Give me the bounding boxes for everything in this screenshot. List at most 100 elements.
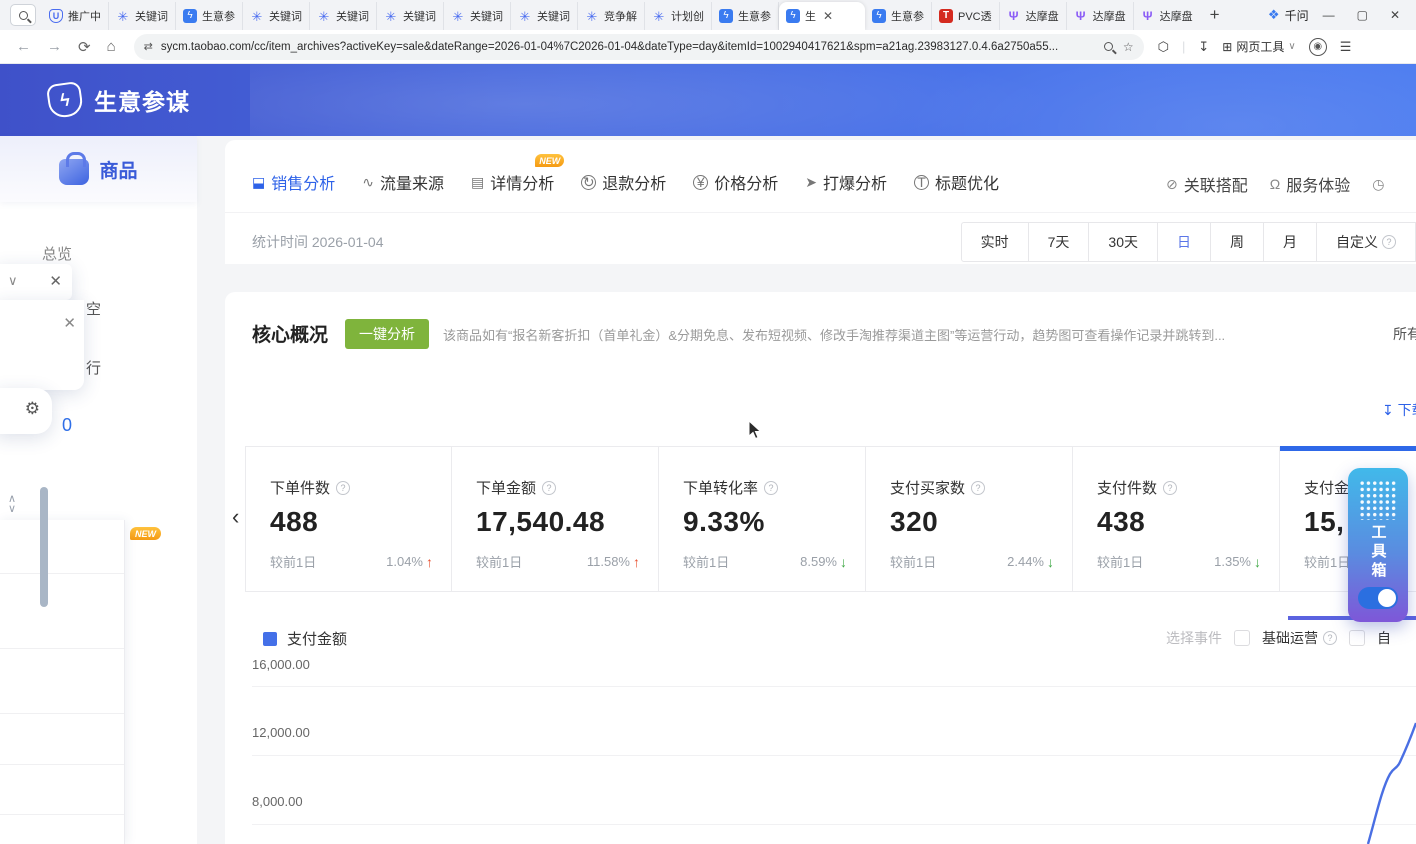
overview-right-fragment[interactable]: 所有	[1393, 324, 1416, 344]
basic-ops-label: 基础运营?	[1262, 628, 1337, 648]
profile-avatar[interactable]: ◉	[1309, 38, 1327, 56]
download-link[interactable]: ↧ 下载	[1382, 400, 1416, 420]
browser-tab[interactable]: ✳关键词	[243, 2, 310, 30]
toolbox-widget[interactable]: 工具箱	[1348, 468, 1408, 622]
browser-tab[interactable]: TPVC透	[932, 2, 1000, 30]
metric-card-order-amount[interactable]: 下单金额? 17,540.48 较前1日11.58%↑	[452, 446, 659, 592]
browser-tab[interactable]: ✳关键词	[511, 2, 578, 30]
metric-card-pay-items[interactable]: 支付件数? 438 较前1日1.35%↓	[1073, 446, 1280, 592]
list-item[interactable]	[0, 765, 124, 815]
close-icon[interactable]: ✕	[49, 272, 62, 290]
new-tab-button[interactable]: +	[1210, 5, 1220, 25]
browser-tab[interactable]: ϟ生意参	[865, 2, 932, 30]
browser-tab[interactable]: ✳竞争解	[578, 2, 645, 30]
list-item[interactable]	[0, 520, 124, 574]
sidebar-item-monitor-fragment[interactable]: 空	[86, 298, 101, 319]
browser-tab[interactable]: ✳关键词	[444, 2, 511, 30]
browser-tab[interactable]: ϟ生意参	[712, 2, 779, 30]
tab-traffic-source[interactable]: ∿流量来源	[362, 170, 444, 194]
browser-tab[interactable]: ϟ生意参	[176, 2, 243, 30]
keyword-icon: ✳	[451, 9, 465, 23]
collapse-chevron-icon[interactable]: ∨	[8, 273, 18, 289]
assistant-button[interactable]: ❖ 千问	[1268, 7, 1309, 24]
toolbox-dots-icon	[1359, 480, 1397, 520]
tab-search-button[interactable]	[10, 4, 36, 26]
browser-tab-active[interactable]: ϟ生✕	[779, 2, 865, 30]
tab-detail-analysis[interactable]: ▤详情分析NEW	[471, 170, 554, 194]
range-month[interactable]: 月	[1264, 222, 1317, 262]
sidebar-item-rank-fragment[interactable]: 行	[86, 357, 101, 378]
browser-tab[interactable]: Ψ达摩盘	[1067, 2, 1134, 30]
extensions-icon[interactable]: ⬡	[1158, 39, 1169, 55]
home-button[interactable]: ⌂	[107, 38, 116, 55]
sycm-icon: ϟ	[719, 9, 733, 23]
window-maximize-button[interactable]: ▢	[1357, 8, 1368, 22]
keyword-icon: ✳	[317, 9, 331, 23]
keyword-icon: ✳	[652, 9, 666, 23]
event-checkbox[interactable]	[1234, 630, 1250, 646]
keyword-icon: ✳	[585, 9, 599, 23]
browser-tab[interactable]: ✳关键词	[310, 2, 377, 30]
browser-tab[interactable]: ✳关键词	[377, 2, 444, 30]
product-bag-icon	[59, 159, 89, 185]
sidebar-item-overview[interactable]: 总览	[42, 243, 72, 264]
browser-tab[interactable]: ✳计划创	[645, 2, 712, 30]
range-week[interactable]: 周	[1211, 222, 1264, 262]
list-item[interactable]	[0, 714, 124, 765]
close-icon[interactable]: ✕	[63, 314, 76, 332]
tab-refund-analysis[interactable]: ↻退款分析	[581, 170, 666, 194]
cards-prev-arrow[interactable]: ‹	[232, 504, 239, 530]
url-text[interactable]: sycm.taobao.com/cc/item_archives?activeK…	[161, 41, 1096, 53]
service-experience-button[interactable]: Ω服务体验	[1270, 172, 1350, 196]
keyword-icon: ✳	[518, 9, 532, 23]
downloads-icon[interactable]: ↧	[1198, 39, 1209, 55]
list-item[interactable]	[0, 574, 124, 649]
metric-card-order-cvr[interactable]: 下单转化率? 9.33% 较前1日8.59%↓	[659, 446, 866, 592]
link-match-button[interactable]: ⊘关联搭配	[1166, 172, 1248, 196]
list-item[interactable]	[0, 649, 124, 714]
browser-tab[interactable]: Ψ达摩盘	[1134, 2, 1200, 30]
toolbox-toggle[interactable]	[1358, 587, 1398, 609]
window-close-button[interactable]: ✕	[1390, 8, 1400, 22]
browser-tab[interactable]: U推广中	[42, 2, 109, 30]
range-30d[interactable]: 30天	[1089, 222, 1158, 262]
tab-sales-analysis[interactable]: ⬓销售分析	[252, 170, 335, 194]
one-click-analyze-button[interactable]: 一键分析	[345, 319, 429, 349]
browser-tab[interactable]: ✳关键词	[109, 2, 176, 30]
help-icon: ?	[1163, 481, 1177, 495]
screen: U推广中 ✳关键词 ϟ生意参 ✳关键词 ✳关键词 ✳关键词 ✳关键词 ✳关键词 …	[0, 0, 1416, 844]
tab-price-analysis[interactable]: ¥价格分析	[693, 170, 778, 194]
bookmark-star-icon[interactable]: ☆	[1123, 40, 1134, 54]
refresh-button[interactable]: ⟳	[78, 38, 91, 56]
back-button[interactable]: ←	[16, 38, 31, 55]
range-day[interactable]: 日	[1158, 222, 1211, 262]
brand[interactable]: ϟ 生意参谋	[48, 83, 190, 117]
range-custom[interactable]: 自定义?	[1317, 222, 1416, 262]
floating-settings-bubble[interactable]: ⚙	[0, 388, 52, 434]
selected-card-top-bar	[1280, 446, 1416, 451]
metric-card-order-items[interactable]: 下单件数? 488 较前1日1.04%↑	[245, 446, 452, 592]
event-checkbox[interactable]	[1349, 630, 1365, 646]
tab-breakout-analysis[interactable]: ➤打爆分析	[805, 170, 887, 194]
list-item[interactable]	[0, 815, 124, 844]
tab-title-optimize[interactable]: T标题优化	[914, 170, 999, 194]
doc-icon: ▤	[471, 174, 484, 191]
stepper-control[interactable]: ∧ ∨	[8, 494, 16, 514]
window-minimize-button[interactable]: —	[1323, 8, 1335, 22]
chevron-down-icon[interactable]: ∨	[8, 504, 16, 514]
browser-menu-icon[interactable]: ☰	[1340, 39, 1352, 55]
webtools-menu[interactable]: ⊞ 网页工具 ∨	[1222, 38, 1295, 55]
browser-tab[interactable]: Ψ达摩盘	[1000, 2, 1067, 30]
forward-button[interactable]: →	[47, 38, 62, 55]
address-bar[interactable]: ⇄ sycm.taobao.com/cc/item_archives?activ…	[134, 34, 1144, 60]
range-7d[interactable]: 7天	[1029, 222, 1090, 262]
metric-card-pay-buyers[interactable]: 支付买家数? 320 较前1日2.44%↓	[866, 446, 1073, 592]
site-info-icon[interactable]: ⇄	[144, 40, 153, 53]
metric-value: 438	[1097, 506, 1279, 538]
help-icon: ?	[542, 481, 556, 495]
clock-icon[interactable]: ◷	[1372, 172, 1384, 196]
range-realtime[interactable]: 实时	[961, 222, 1029, 262]
tab-close-icon[interactable]: ✕	[823, 9, 833, 23]
zoom-icon[interactable]	[1104, 40, 1113, 54]
scrollbar-thumb[interactable]	[40, 487, 48, 607]
